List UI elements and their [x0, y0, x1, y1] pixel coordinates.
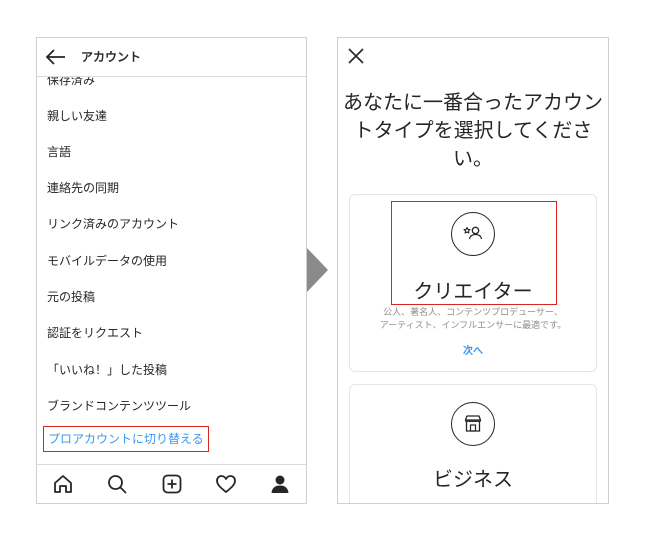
page-heading: あなたに一番合ったアカウン トタイプを選択してくださ い。 — [338, 88, 608, 172]
bottom-tab-bar — [37, 464, 306, 503]
home-icon[interactable] — [52, 473, 74, 495]
profile-icon[interactable] — [269, 473, 291, 495]
next-button[interactable]: 次へ — [350, 342, 596, 357]
menu-item-branded-content[interactable]: ブランドコンテンツツール — [47, 397, 191, 414]
account-type-screen: あなたに一番合ったアカウン トタイプを選択してくださ い。 クリエイター 公人、… — [337, 37, 609, 504]
heading-line-1: あなたに一番合ったアカウン — [343, 90, 603, 114]
menu-item-linked-accounts[interactable]: リンク済みのアカウント — [47, 215, 179, 232]
settings-list: 保存済み 親しい友達 言語 連絡先の同期 リンク済みのアカウント モバイルデータ… — [37, 76, 306, 466]
menu-item-request-verification[interactable]: 認証をリクエスト — [47, 324, 143, 341]
creator-description: 公人、著名人、コンテンツプロデューサー、 アーティスト、インフルエンサーに最適で… — [350, 307, 596, 333]
menu-item-close-friends[interactable]: 親しい友達 — [47, 107, 107, 124]
business-card[interactable]: ビジネス — [349, 384, 597, 503]
add-post-icon[interactable] — [161, 473, 183, 495]
switch-to-pro-link[interactable]: プロアカウントに切り替える — [43, 426, 209, 452]
menu-item-cellular-data[interactable]: モバイルデータの使用 — [47, 252, 167, 269]
heading-line-2: トタイプを選択してくださ — [353, 118, 593, 142]
creator-desc-line-2: アーティスト、インフルエンサーに最適です。 — [379, 321, 567, 331]
header-bar: アカウント — [37, 38, 306, 77]
search-icon[interactable] — [106, 473, 128, 495]
arrow-left-icon[interactable] — [45, 47, 67, 67]
menu-item-saved[interactable]: 保存済み — [47, 76, 95, 88]
store-icon — [451, 402, 495, 446]
business-title: ビジネス — [433, 467, 513, 491]
highlight-box — [391, 201, 557, 305]
creator-desc-line-1: 公人、著名人、コンテンツプロデューサー、 — [383, 308, 563, 318]
menu-item-language[interactable]: 言語 — [47, 143, 71, 160]
heading-line-3: い。 — [453, 146, 493, 170]
account-settings-screen: アカウント 保存済み 親しい友達 言語 連絡先の同期 リンク済みのアカウント モ… — [36, 37, 307, 504]
transition-arrow — [307, 248, 328, 292]
close-icon[interactable] — [347, 47, 365, 65]
menu-item-contacts-sync[interactable]: 連絡先の同期 — [47, 179, 119, 196]
page-title: アカウント — [81, 50, 142, 64]
menu-item-liked-posts[interactable]: 「いいね！」した投稿 — [47, 361, 167, 378]
heart-icon[interactable] — [215, 473, 237, 495]
menu-item-original-posts[interactable]: 元の投稿 — [47, 288, 95, 305]
